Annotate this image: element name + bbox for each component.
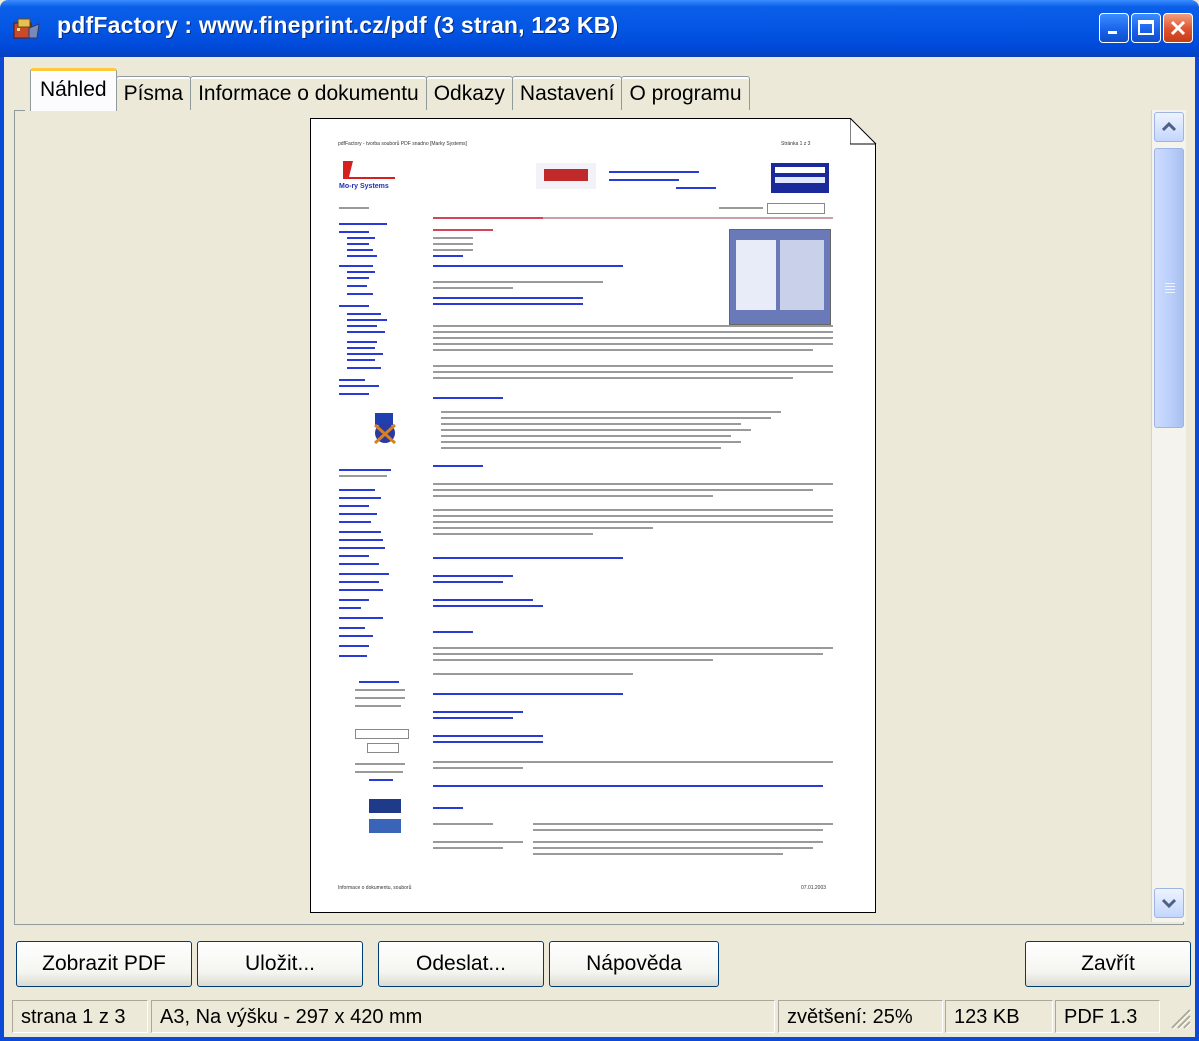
status-pdf-version: PDF 1.3 xyxy=(1055,1000,1160,1033)
window-frame-right xyxy=(1195,57,1199,1041)
window-frame-bottom xyxy=(0,1037,1199,1041)
status-size: 123 KB xyxy=(945,1000,1053,1033)
status-bar: strana 1 z 3 A3, Na výšku - 297 x 420 mm… xyxy=(4,996,1195,1037)
tab-o-programu[interactable]: O programu xyxy=(621,76,750,111)
close-icon xyxy=(1170,20,1186,36)
scroll-up-button[interactable] xyxy=(1154,112,1184,142)
status-format: A3, Na výšku - 297 x 420 mm xyxy=(151,1000,775,1033)
vertical-scrollbar[interactable] xyxy=(1151,110,1186,922)
page-footer-left: Informace o dokumentu, souborů xyxy=(338,885,412,891)
maximize-icon xyxy=(1138,20,1154,35)
scroll-down-button[interactable] xyxy=(1154,888,1184,918)
page-footer-right: 07.01.2003 xyxy=(801,885,827,891)
scroll-thumb[interactable] xyxy=(1154,148,1184,428)
save-button[interactable]: Uložit... xyxy=(197,941,363,987)
tab-nastaveni[interactable]: Nastavení xyxy=(511,76,623,111)
status-page: strana 1 z 3 xyxy=(12,1000,148,1033)
tab-pisma[interactable]: Písma xyxy=(115,76,192,111)
mascot-image xyxy=(373,413,397,445)
window-title: pdfFactory : www.fineprint.cz/pdf (3 str… xyxy=(57,12,619,38)
page-header-left: pdfFactory - tvorba souborů PDF snadno [… xyxy=(338,141,467,147)
window-frame-left xyxy=(0,57,4,1041)
close-dialog-button[interactable]: Zavřít xyxy=(1025,941,1191,987)
tab-informace-o-dokumentu[interactable]: Informace o dokumentu xyxy=(190,76,427,111)
tab-nahled[interactable]: Náhled xyxy=(30,68,117,111)
minimize-icon xyxy=(1108,31,1117,34)
tab-strip: Náhled Písma Informace o dokumentu Odkaz… xyxy=(30,68,750,111)
minimize-button[interactable] xyxy=(1099,13,1129,43)
banner-image xyxy=(771,163,829,193)
chevron-up-icon xyxy=(1161,121,1177,132)
banner-logo xyxy=(536,163,596,189)
title-bar[interactable]: pdfFactory : www.fineprint.cz/pdf (3 str… xyxy=(0,0,1199,57)
resize-grip-icon[interactable] xyxy=(1164,1002,1192,1032)
page-header-right: Stránka 1 z 3 xyxy=(781,141,811,147)
close-button[interactable] xyxy=(1163,13,1193,43)
screenshot-thumbnail xyxy=(729,229,831,325)
pdffactory-app-icon xyxy=(13,18,40,39)
send-button[interactable]: Odeslat... xyxy=(378,941,544,987)
maximize-button[interactable] xyxy=(1131,13,1161,43)
pdf-page-preview: pdfFactory - tvorba souborů PDF snadno [… xyxy=(310,118,876,913)
tab-odkazy[interactable]: Odkazy xyxy=(425,76,513,111)
company-name: Mo-ry Systems xyxy=(339,183,389,190)
status-zoom: zvětšení: 25% xyxy=(778,1000,943,1033)
help-button[interactable]: Nápověda xyxy=(549,941,719,987)
show-pdf-button[interactable]: Zobrazit PDF xyxy=(16,941,192,987)
page-corner-fold xyxy=(850,118,877,145)
page-search-box xyxy=(767,203,825,214)
chevron-down-icon xyxy=(1161,898,1177,909)
company-logo xyxy=(343,161,395,179)
